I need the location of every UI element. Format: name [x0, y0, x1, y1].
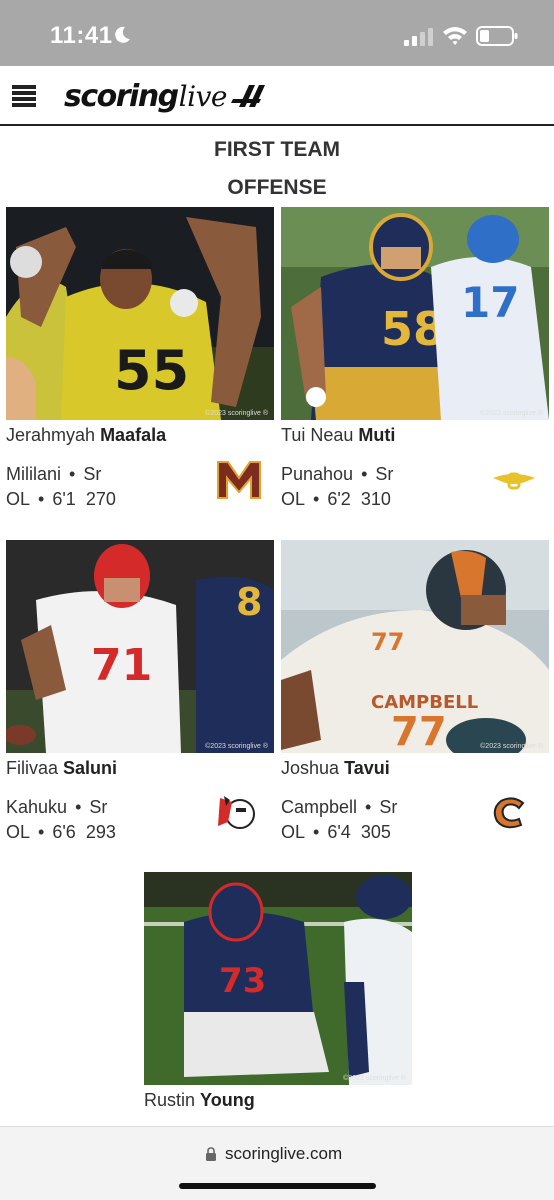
mililani-m-logo: [217, 461, 261, 499]
photo-watermark: ©2023 scoringlive ®: [205, 410, 268, 417]
player-name: Rustin Young: [144, 1090, 255, 1110]
hamburger-menu-icon[interactable]: [12, 85, 36, 107]
wifi-icon: [443, 27, 467, 45]
player-position-size: OL • 6'4 305: [281, 822, 391, 842]
home-indicator[interactable]: [179, 1183, 376, 1189]
browser-address-bar[interactable]: scoringlive.com: [0, 1126, 554, 1200]
moon-icon: [115, 26, 130, 43]
player-position-size: OL • 6'1 270: [6, 489, 116, 509]
photo-watermark: ©2023 scoringlive ®: [480, 743, 543, 750]
player-photo[interactable]: 71 8 ©2023 scoringlive ®: [6, 540, 274, 753]
status-bar: 11:41: [0, 0, 554, 66]
jersey-number: 55: [114, 339, 189, 402]
player-school-year: Kahuku • Sr: [6, 797, 108, 817]
kahuku-red-raider-logo: [218, 796, 255, 829]
player-name: Filivaa Saluni: [6, 758, 118, 778]
campbell-c-logo: [493, 797, 525, 829]
photo-watermark: ©2023 scoringlive ®: [480, 410, 543, 417]
logo-mark-icon: [230, 85, 265, 107]
player-name: Jerahmyah Maafala: [6, 425, 167, 445]
cellular-signal-icon: [404, 28, 433, 46]
section-title: FIRST TEAM: [214, 138, 340, 161]
svg-text:77: 77: [371, 628, 404, 656]
punahou-logo: [493, 472, 535, 490]
section-subtitle: OFFENSE: [227, 176, 327, 199]
player-photo[interactable]: 55 ©2023 scoringlive ®: [6, 207, 274, 420]
battery-icon: [476, 26, 518, 46]
player-name: Joshua Tavui: [281, 758, 390, 778]
player-school-year: Mililani • Sr: [6, 464, 102, 484]
url-text[interactable]: scoringlive.com: [225, 1144, 342, 1164]
lock-icon: [206, 1147, 216, 1161]
photo-watermark: ©2023 scoringlive ®: [343, 1075, 406, 1082]
status-time: 11:41: [50, 22, 113, 49]
site-header: scoring live: [0, 66, 554, 126]
player-school-year: Punahou • Sr: [281, 464, 394, 484]
player-position-size: OL • 6'6 293: [6, 822, 116, 842]
logo-script: live: [178, 79, 228, 113]
player-photo[interactable]: CAMPBELL 77 77 ©2023 scoringlive ®: [281, 540, 549, 753]
jersey-number: 73: [219, 961, 266, 1001]
logo-text: scoring: [64, 78, 179, 114]
player-name: Tui Neau Muti: [281, 425, 396, 445]
photo-watermark: ©2023 scoringlive ®: [205, 743, 268, 750]
player-photo[interactable]: 58 17 ©2023 scoringlive ®: [281, 207, 549, 420]
svg-text:8: 8: [236, 580, 262, 624]
player-school-year: Campbell • Sr: [281, 797, 398, 817]
scoringlive-logo[interactable]: scoring live: [64, 76, 265, 116]
jersey-number: 77: [391, 709, 447, 753]
jersey-number: 71: [91, 640, 152, 691]
player-photo[interactable]: 73 ©2023 scoringlive ®: [144, 872, 412, 1085]
svg-text:17: 17: [461, 278, 519, 327]
player-position-size: OL • 6'2 310: [281, 489, 391, 509]
